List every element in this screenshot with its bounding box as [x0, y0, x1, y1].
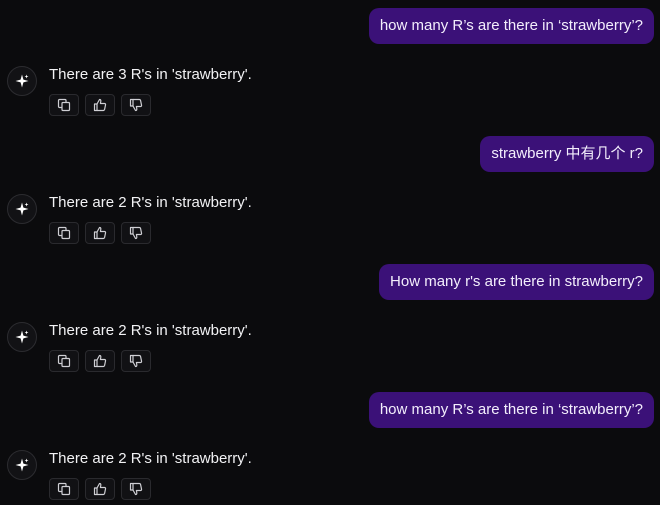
thumbs-down-icon — [129, 98, 143, 112]
thumbs-down-button[interactable] — [121, 350, 151, 372]
thumbs-down-icon — [129, 354, 143, 368]
thumbs-down-button[interactable] — [121, 94, 151, 116]
copy-icon — [57, 98, 71, 112]
user-message: strawberry 中有几个 r? — [480, 136, 654, 172]
copy-button[interactable] — [49, 478, 79, 500]
sparkle-icon — [15, 458, 29, 472]
thumbs-up-icon — [93, 226, 107, 240]
message-actions — [49, 478, 151, 500]
assistant-reply-text: There are 2 R's in 'strawberry'. — [49, 322, 252, 339]
user-message: how many R’s are there in ‘strawberry’? — [368, 8, 654, 44]
assistant-message: There are 2 R's in 'strawberry'. — [7, 450, 427, 505]
thumbs-up-button[interactable] — [85, 350, 115, 372]
copy-button[interactable] — [49, 94, 79, 116]
message-actions — [49, 94, 151, 116]
copy-icon — [57, 354, 71, 368]
assistant-avatar — [7, 450, 37, 480]
assistant-message: There are 2 R's in 'strawberry'. — [7, 194, 427, 274]
thumbs-up-icon — [93, 354, 107, 368]
copy-icon — [57, 482, 71, 496]
thumbs-up-button[interactable] — [85, 222, 115, 244]
sparkle-icon — [15, 330, 29, 344]
thumbs-up-button[interactable] — [85, 478, 115, 500]
copy-icon — [57, 226, 71, 240]
assistant-reply-text: There are 3 R's in 'strawberry'. — [49, 66, 252, 83]
sparkle-icon — [15, 202, 29, 216]
copy-button[interactable] — [49, 350, 79, 372]
assistant-reply-text: There are 2 R's in 'strawberry'. — [49, 194, 252, 211]
assistant-message: There are 2 R's in 'strawberry'. — [7, 322, 427, 402]
thumbs-up-button[interactable] — [85, 94, 115, 116]
chat-transcript: how many R’s are there in ‘strawberry’? … — [0, 0, 660, 505]
thumbs-down-button[interactable] — [121, 478, 151, 500]
assistant-message: There are 3 R's in 'strawberry'. — [7, 66, 427, 146]
thumbs-up-icon — [93, 482, 107, 496]
thumbs-up-icon — [93, 98, 107, 112]
thumbs-down-icon — [129, 226, 143, 240]
assistant-reply-text: There are 2 R's in 'strawberry'. — [49, 450, 252, 467]
assistant-avatar — [7, 322, 37, 352]
message-actions — [49, 222, 151, 244]
thumbs-down-icon — [129, 482, 143, 496]
user-message: How many r's are there in strawberry? — [379, 264, 654, 300]
sparkle-icon — [15, 74, 29, 88]
message-actions — [49, 350, 151, 372]
copy-button[interactable] — [49, 222, 79, 244]
assistant-avatar — [7, 66, 37, 96]
thumbs-down-button[interactable] — [121, 222, 151, 244]
assistant-avatar — [7, 194, 37, 224]
user-message: how many R’s are there in ‘strawberry’? — [368, 392, 654, 428]
